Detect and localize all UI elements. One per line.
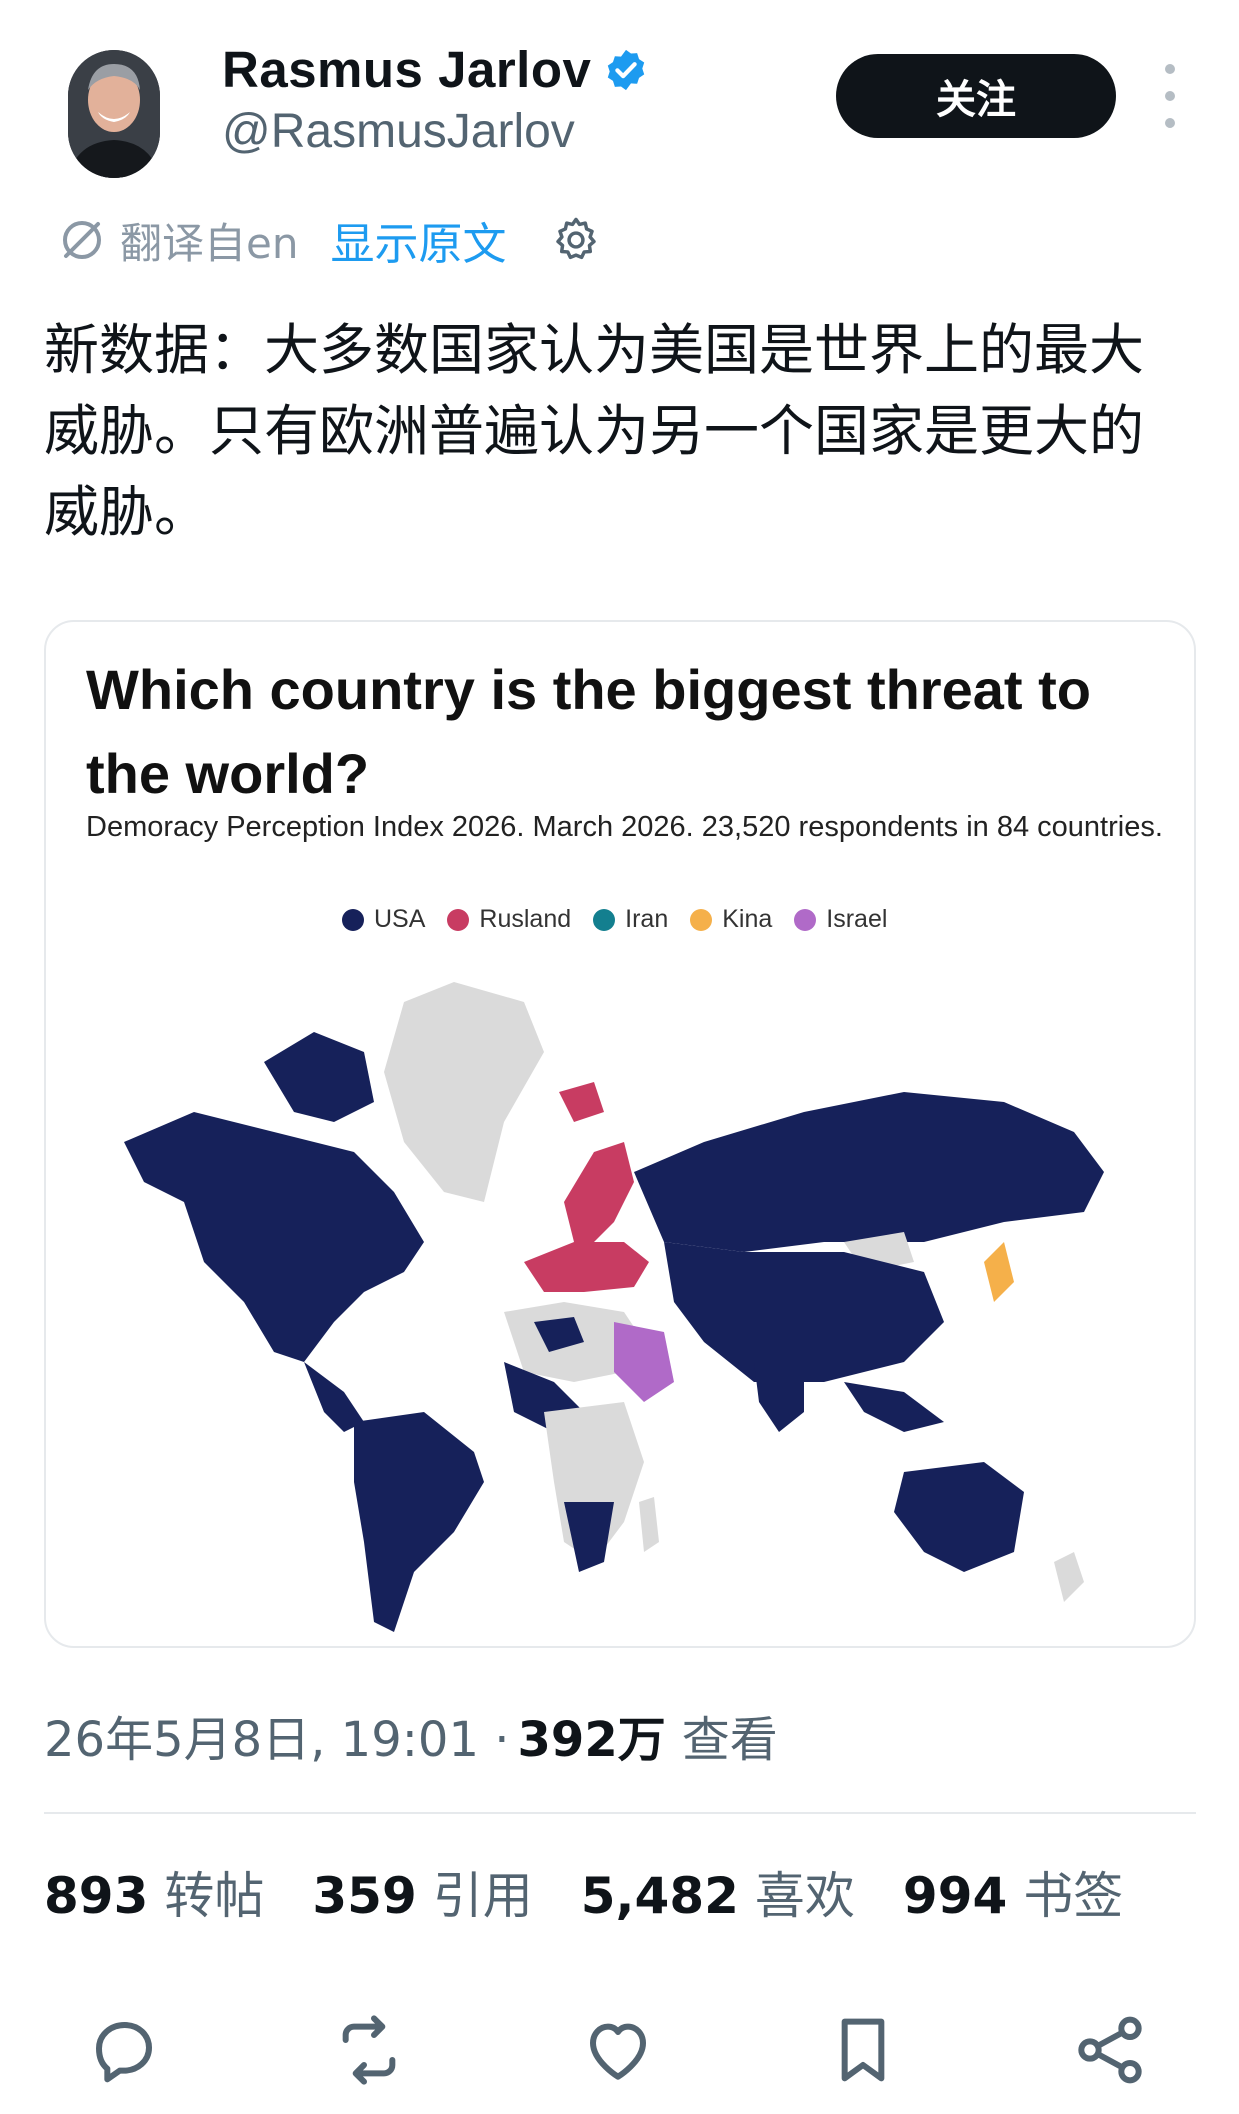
show-original-link[interactable]: 显示原文 xyxy=(330,208,506,272)
legend-item: Kina xyxy=(690,905,772,934)
tweet-header: Rasmus Jarlov @RasmusJarlov 关注 xyxy=(0,0,1239,200)
translate-icon xyxy=(63,221,101,259)
avatar[interactable] xyxy=(68,50,160,178)
action-bar xyxy=(0,2010,1239,2090)
map-subtitle: Demoracy Perception Index 2026. March 20… xyxy=(86,811,1163,843)
gear-icon[interactable] xyxy=(550,214,602,266)
map-region-greenland xyxy=(384,982,544,1202)
translation-bar: 翻译自en 显示原文 xyxy=(58,210,602,270)
map-title: Which country is the biggest threat to t… xyxy=(86,658,1091,805)
map-region-canadian-arctic xyxy=(264,1032,374,1122)
tweet-timestamp[interactable]: 26年5月8日, 19:01 · xyxy=(44,1700,510,1770)
more-options-icon[interactable] xyxy=(1150,64,1190,128)
map-region-australia xyxy=(894,1462,1024,1572)
follow-button[interactable]: 关注 xyxy=(836,54,1116,138)
legend-swatch xyxy=(794,908,817,931)
map-region-south-america xyxy=(354,1412,484,1632)
legend-label: Israel xyxy=(826,905,888,933)
author-handle[interactable]: @RasmusJarlov xyxy=(222,104,575,159)
reposts-stat[interactable]: 893 转帖 xyxy=(44,1856,264,1928)
reposts-label: 转帖 xyxy=(164,1867,265,1925)
map-region-southern-africa xyxy=(564,1502,614,1572)
repost-icon[interactable] xyxy=(329,2010,409,2090)
tweet-meta: 26年5月8日, 19:01 · 392万 查看 xyxy=(44,1700,778,1770)
likes-label: 喜欢 xyxy=(754,1867,855,1925)
bookmarks-count: 994 xyxy=(902,1867,1008,1925)
bookmarks-label: 书签 xyxy=(1023,1867,1124,1925)
legend-swatch xyxy=(342,908,364,931)
heart-icon[interactable] xyxy=(578,2010,658,2090)
legend-label: Kina xyxy=(722,905,773,933)
map-region-new-zealand xyxy=(1054,1552,1084,1602)
legend-label: Iran xyxy=(625,905,669,933)
bookmark-icon[interactable] xyxy=(823,2010,903,2090)
legend-swatch xyxy=(447,908,470,931)
map-region-scandinavia xyxy=(564,1142,634,1242)
legend-item: Rusland xyxy=(447,905,571,934)
author-name[interactable]: Rasmus Jarlov xyxy=(222,40,591,99)
legend-item: Israel xyxy=(794,905,887,934)
legend-swatch xyxy=(593,908,616,931)
likes-count: 5,482 xyxy=(580,1867,739,1925)
translated-from-label: 翻译自en xyxy=(120,218,299,268)
divider xyxy=(44,1812,1196,1814)
reposts-count: 893 xyxy=(44,1867,149,1925)
name-row: Rasmus Jarlov xyxy=(222,40,649,99)
avatar-image xyxy=(68,50,160,178)
map-region-europe xyxy=(524,1242,649,1292)
views-count: 392万 xyxy=(517,1712,666,1768)
map-legend: USA Rusland Iran Kina Israel xyxy=(342,905,909,934)
legend-label: Rusland xyxy=(479,905,572,933)
legend-label: USA xyxy=(374,905,426,933)
bookmarks-stat[interactable]: 994 书签 xyxy=(903,1856,1123,1928)
map-region-central-america xyxy=(304,1362,364,1432)
engagement-stats: 893 转帖 359 引用 5,482 喜欢 994 书签 xyxy=(44,1856,1171,1928)
map-region-madagascar xyxy=(639,1497,659,1552)
quotes-count: 359 xyxy=(312,1867,417,1925)
map-region-india xyxy=(754,1362,804,1432)
quotes-stat[interactable]: 359 引用 xyxy=(312,1856,532,1928)
quotes-label: 引用 xyxy=(432,1867,533,1925)
reply-icon[interactable] xyxy=(84,2010,164,2090)
verified-badge-icon xyxy=(608,49,645,90)
views-label: 查看 xyxy=(681,1712,778,1768)
map-region-southeast-asia xyxy=(844,1382,944,1432)
map-region-svalbard xyxy=(559,1082,604,1122)
map-region-arabia xyxy=(614,1322,674,1402)
legend-item: USA xyxy=(342,905,425,934)
world-map xyxy=(124,982,1104,1632)
map-region-russia xyxy=(634,1092,1104,1252)
map-region-japan xyxy=(984,1242,1014,1302)
tweet-text: 新数据：大多数国家认为美国是世界上的最大威胁。只有欧洲普遍认为另一个国家是更大的… xyxy=(44,318,1145,544)
map-region-north-america xyxy=(124,1112,424,1362)
likes-stat[interactable]: 5,482 喜欢 xyxy=(581,1856,855,1928)
legend-item: Iran xyxy=(593,905,668,934)
legend-swatch xyxy=(690,908,713,931)
media-card[interactable]: Which country is the biggest threat to t… xyxy=(44,620,1196,1648)
share-icon[interactable] xyxy=(1070,2010,1150,2090)
